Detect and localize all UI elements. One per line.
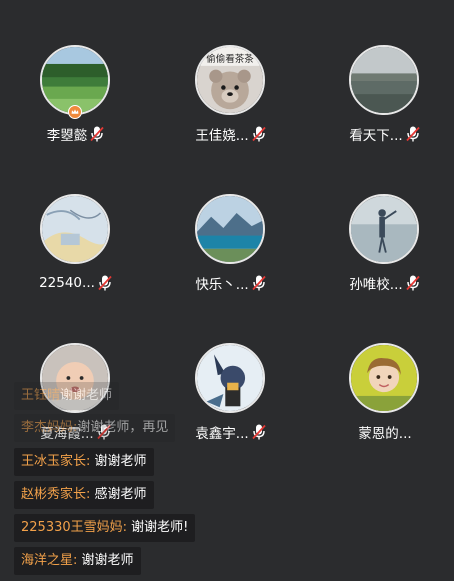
- chat-username: 海洋之星:: [21, 553, 78, 568]
- chat-message: 李杰妈妈:谢谢老师，再见: [14, 414, 176, 442]
- chat-text: 谢谢老师: [94, 454, 147, 469]
- seat-grid-screen: 李曌懿 偷偷看茶茶 王佳娆... 看天下... 22540... 快乐丶... …: [0, 0, 454, 581]
- mountain-lake-image: [197, 196, 263, 262]
- seat-3[interactable]: 看天下...: [325, 45, 445, 165]
- chat-text: 谢谢老师: [81, 553, 134, 568]
- chat-username: 王钰晴: [21, 388, 61, 403]
- seat-name: 袁鑫宇...: [195, 426, 249, 442]
- seat-2[interactable]: 偷偷看茶茶 王佳娆...: [171, 45, 291, 165]
- chat-text: 谢谢老师，再见: [77, 420, 169, 435]
- chat-username: 赵彬秀家长:: [21, 487, 91, 502]
- mic-muted-icon: [252, 275, 266, 291]
- mic-muted-icon: [90, 126, 104, 142]
- chat-text: 感谢老师: [94, 487, 147, 502]
- seat-name: 22540...: [39, 275, 95, 291]
- avatar[interactable]: [195, 194, 265, 264]
- seat-name: 看天下...: [349, 128, 403, 144]
- seat-name-row: 袁鑫宇...: [171, 422, 291, 442]
- seat-1[interactable]: 李曌懿: [16, 45, 136, 165]
- chat-text: 谢谢老师!: [131, 520, 189, 535]
- seat-name-row: 22540...: [16, 273, 136, 293]
- chat-message: 王钰晴谢谢老师: [14, 382, 120, 410]
- mic-muted-icon: [252, 424, 266, 440]
- seat-name: 王佳娆...: [195, 128, 249, 144]
- green-landscape-image: [42, 47, 108, 113]
- seat-8[interactable]: 袁鑫宇...: [171, 343, 291, 463]
- chat-message: 赵彬秀家长: 感谢老师: [14, 481, 154, 509]
- seat-name-row: 王佳娆...: [171, 124, 291, 144]
- seat-4[interactable]: 22540...: [16, 194, 136, 314]
- mic-muted-icon: [406, 126, 420, 142]
- seat-name: 孙唯校...: [349, 277, 403, 293]
- seat-name-row: 李曌懿: [16, 124, 136, 144]
- seat-name: 蒙恩的...: [358, 426, 412, 442]
- seat-name-row: 蒙恩的...: [325, 422, 445, 442]
- avatar[interactable]: [349, 343, 419, 413]
- chat-username: 225330王雪妈妈:: [21, 520, 128, 535]
- avatar-caption: 偷偷看茶茶: [206, 54, 254, 65]
- seat-name-row: 看天下...: [325, 124, 445, 144]
- chat-username: 王冰玉家长:: [21, 454, 91, 469]
- avatar[interactable]: [195, 343, 265, 413]
- chat-text: 谢谢老师: [60, 388, 113, 403]
- girl-yellow-image: [351, 345, 417, 411]
- seat-name-row: 孙唯校...: [325, 273, 445, 293]
- chat-username: 李杰妈妈:: [21, 420, 78, 435]
- avatar[interactable]: 偷偷看茶茶: [195, 45, 265, 115]
- seat-name: 李曌懿: [46, 128, 88, 144]
- seat-name: 快乐丶...: [195, 277, 249, 293]
- avatar[interactable]: [349, 194, 419, 264]
- seat-name-row: 快乐丶...: [171, 273, 291, 293]
- seat-6[interactable]: 孙唯校...: [325, 194, 445, 314]
- sketch-art-image: [42, 196, 108, 262]
- host-crown-icon: [68, 105, 82, 119]
- cartoon-character-image: [197, 345, 263, 411]
- seat-5[interactable]: 快乐丶...: [171, 194, 291, 314]
- seat-9[interactable]: 蒙恩的...: [325, 343, 445, 463]
- mic-muted-icon: [252, 126, 266, 142]
- mic-muted-icon: [406, 275, 420, 291]
- avatar[interactable]: [40, 194, 110, 264]
- mic-muted-icon: [98, 275, 112, 291]
- chat-message: 海洋之星: 谢谢老师: [14, 547, 141, 575]
- chat-message: 225330王雪妈妈: 谢谢老师!: [14, 514, 196, 542]
- avatar[interactable]: [349, 45, 419, 115]
- person-on-lake-image: [351, 196, 417, 262]
- lake-fog-image: [351, 47, 417, 113]
- chat-message: 王冰玉家长: 谢谢老师: [14, 448, 154, 476]
